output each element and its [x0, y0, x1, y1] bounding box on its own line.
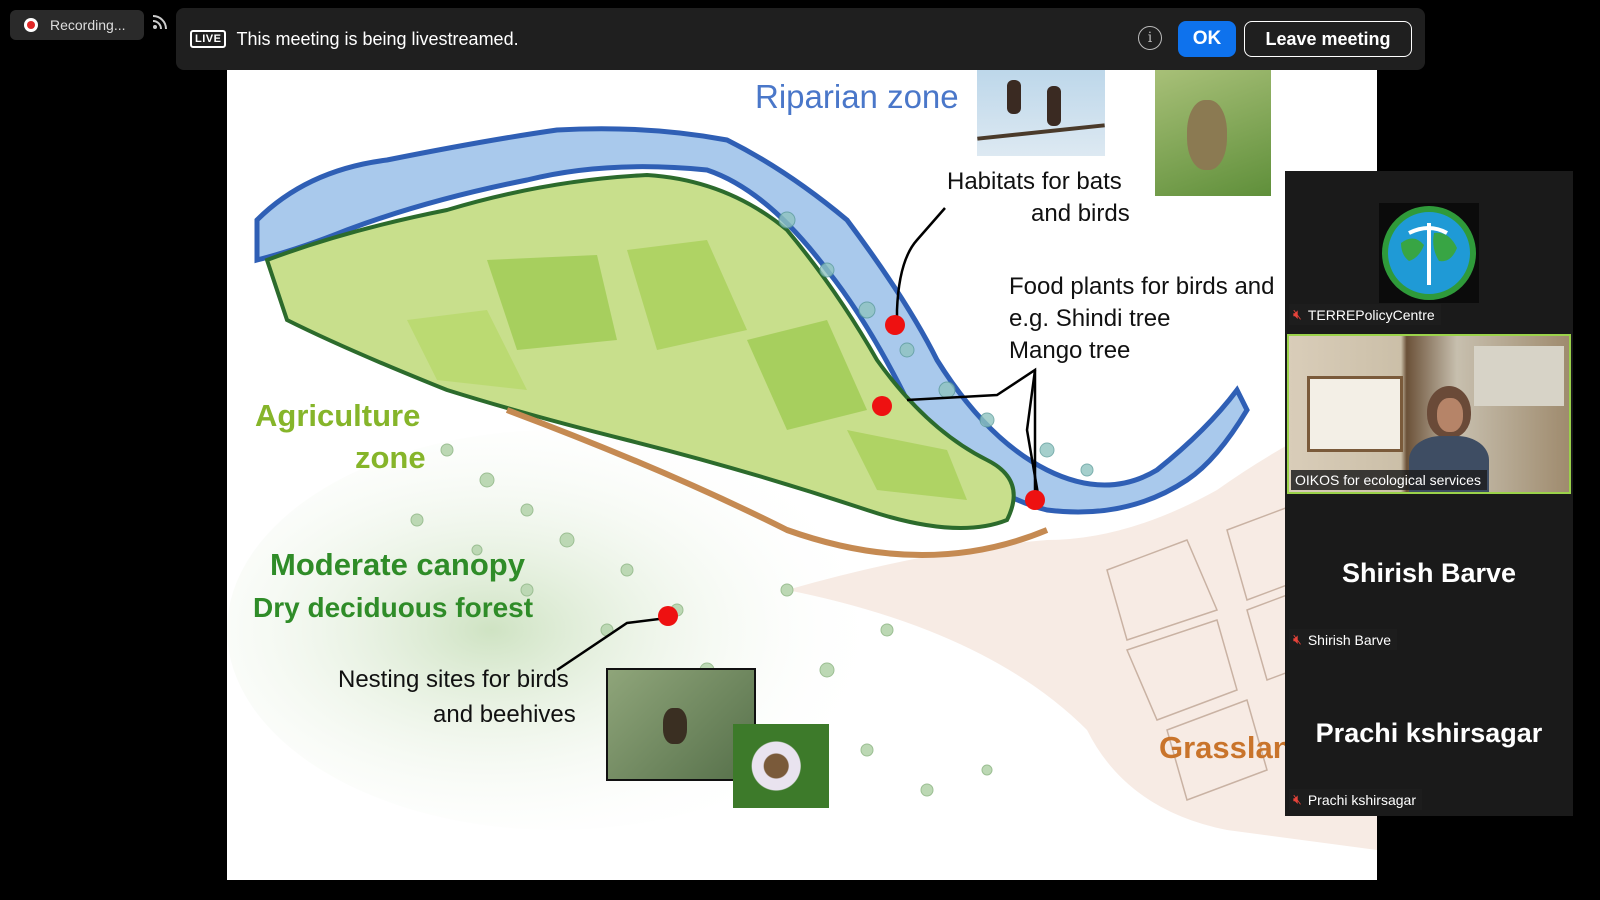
- nesting-sites-label-line1: Nesting sites for birds: [338, 666, 569, 693]
- dry-deciduous-forest-label: Dry deciduous forest: [253, 592, 534, 623]
- weaver-nest-photo: [1155, 70, 1271, 196]
- participant-tile-active-speaker[interactable]: OIKOS for ecological services: [1287, 334, 1571, 494]
- participant-namebar: 🔇︎ TERREPolicyCentre: [1289, 304, 1441, 325]
- recording-indicator[interactable]: Recording...: [10, 10, 144, 40]
- food-plants-label-line1: Food plants for birds and: [1009, 273, 1275, 300]
- mic-muted-icon: 🔇︎: [1293, 791, 1302, 807]
- marker-bats-birds: [885, 315, 905, 335]
- marker-nesting-sites: [658, 606, 678, 626]
- participant-display-name: Shirish Barve: [1341, 558, 1517, 588]
- habitats-label-line1: Habitats for bats: [947, 168, 1122, 195]
- leave-meeting-button[interactable]: Leave meeting: [1244, 21, 1412, 57]
- shared-screen-slide: Riparian zone Habitats for bats and bird…: [227, 70, 1377, 880]
- participant-name: OIKOS for ecological services: [1295, 472, 1481, 488]
- participant-video-feed: [1289, 336, 1569, 492]
- info-icon[interactable]: i: [1138, 26, 1162, 50]
- food-plants-label-line3: Mango tree: [1009, 337, 1131, 364]
- marker-food-plants-2: [1025, 490, 1045, 510]
- participant-namebar: 🔇︎ Shirish Barve: [1289, 629, 1398, 650]
- record-icon: [24, 18, 38, 32]
- bee-on-flower-photo: [733, 724, 829, 808]
- mic-muted-icon: 🔇︎: [1293, 631, 1302, 647]
- participant-gallery: 🔇︎ TERREPolicyCentre OIKOS for ecologica…: [1285, 171, 1573, 816]
- riparian-zone-label: Riparian zone: [755, 78, 959, 115]
- globe-logo-avatar: [1379, 203, 1479, 303]
- grassland-label: Grasslan: [1159, 730, 1292, 765]
- participant-tile[interactable]: Prachi kshirsagar 🔇︎ Prachi kshirsagar: [1285, 656, 1573, 816]
- food-plants-label-line2: e.g. Shindi tree: [1009, 305, 1171, 332]
- livestream-message: This meeting is being livestreamed.: [236, 28, 519, 49]
- participant-namebar: 🔇︎ Prachi kshirsagar: [1289, 789, 1422, 810]
- habitats-label-line2: and birds: [1031, 200, 1130, 227]
- participant-name: TERREPolicyCentre: [1307, 306, 1435, 323]
- participant-tile[interactable]: 🔇︎ TERREPolicyCentre: [1285, 171, 1573, 331]
- nesting-sites-label-line2: and beehives: [433, 701, 576, 728]
- mic-muted-icon: 🔇︎: [1293, 306, 1302, 322]
- bats-photo: [977, 70, 1105, 156]
- participant-name: Prachi kshirsagar: [1307, 791, 1416, 808]
- participant-tile[interactable]: Shirish Barve 🔇︎ Shirish Barve: [1285, 496, 1573, 656]
- participant-namebar: OIKOS for ecological services: [1291, 470, 1487, 490]
- livestream-banner: LIVE This meeting is being livestreamed.…: [176, 8, 1425, 70]
- agriculture-zone-label-line2: zone: [355, 440, 426, 475]
- live-badge: LIVE: [190, 30, 227, 48]
- ok-button[interactable]: OK: [1178, 21, 1236, 57]
- participant-display-name: Prachi kshirsagar: [1315, 718, 1543, 748]
- recording-label: Recording...: [50, 17, 126, 33]
- livestream-icon[interactable]: [152, 14, 168, 35]
- agriculture-zone-label-line1: Agriculture: [255, 398, 421, 433]
- moderate-canopy-label: Moderate canopy: [270, 547, 525, 582]
- marker-food-plants-1: [872, 396, 892, 416]
- participant-name: Shirish Barve: [1307, 631, 1392, 648]
